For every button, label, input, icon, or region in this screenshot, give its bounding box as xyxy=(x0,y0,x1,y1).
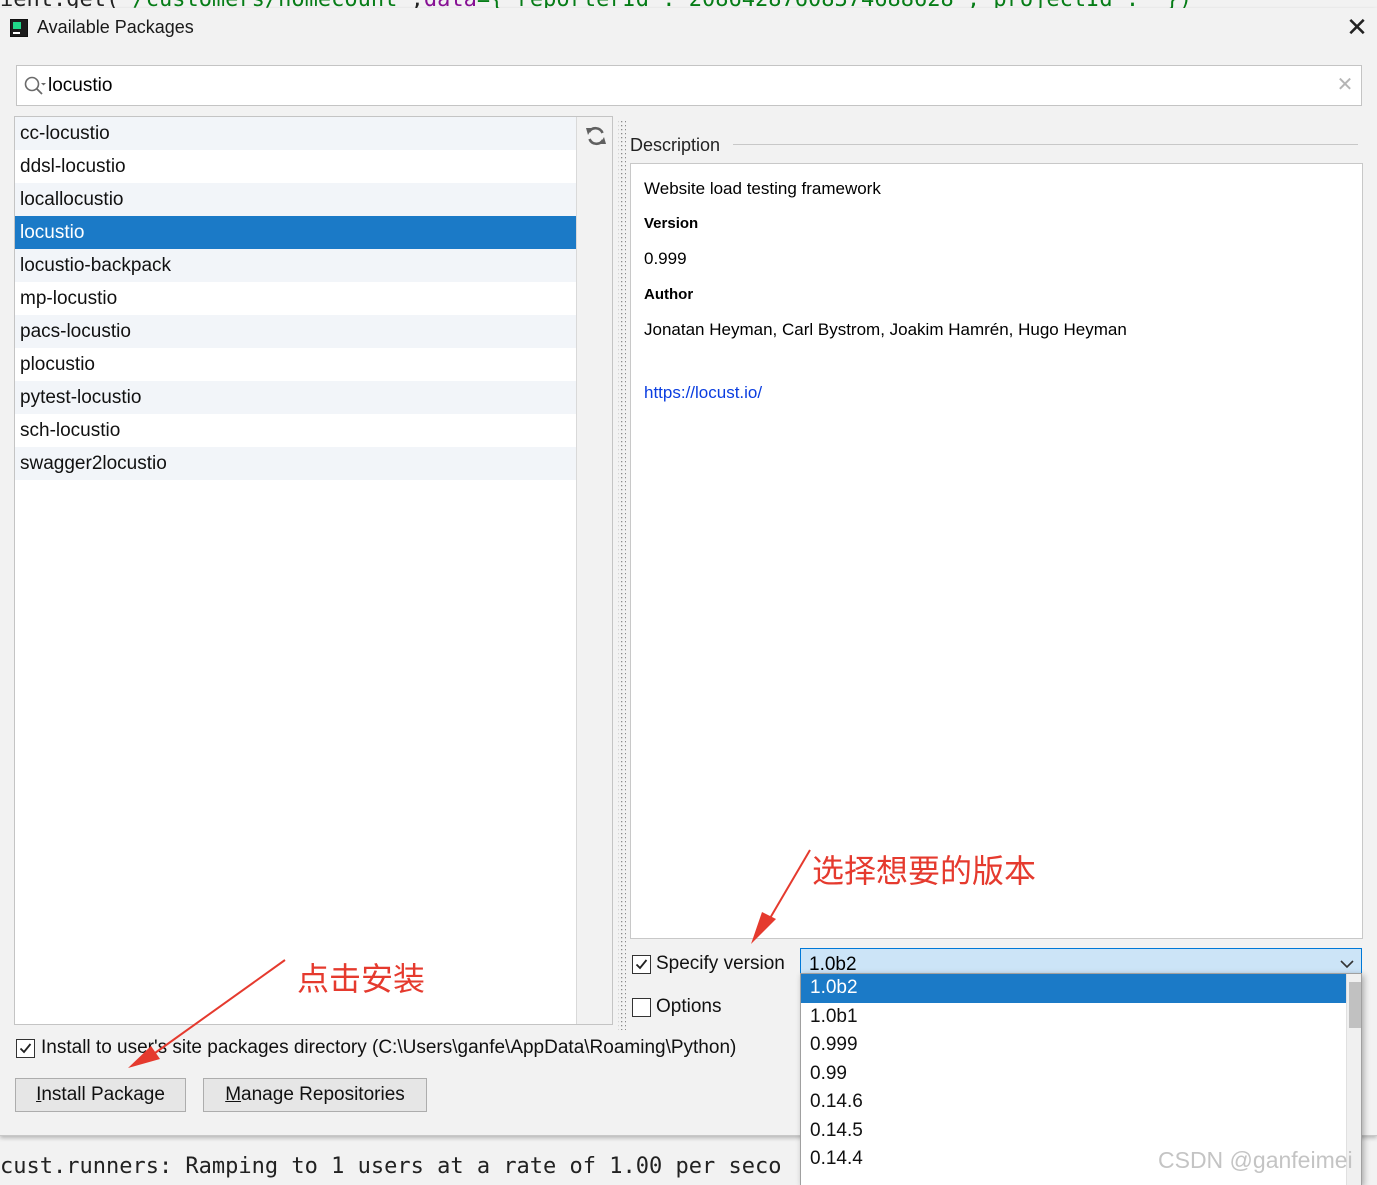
version-option[interactable]: 1.0b2 xyxy=(801,974,1346,1003)
author-label: Author xyxy=(644,286,694,303)
package-list[interactable]: cc-locustio ddsl-locustio locallocustio loc… xyxy=(15,117,576,1024)
checkmark-icon xyxy=(19,1043,32,1054)
package-version: 0.999 xyxy=(644,249,687,268)
package-list-panel: cc-locustio ddsl-locustio locallocustio loc… xyxy=(14,116,613,1025)
dropdown-scrollbar-thumb[interactable] xyxy=(1349,982,1361,1028)
search-input[interactable] xyxy=(48,66,1298,105)
specify-version-checkbox[interactable] xyxy=(632,955,651,974)
package-item[interactable]: locustio xyxy=(15,216,576,249)
version-option[interactable]: 0.14.5 xyxy=(801,1117,1346,1146)
package-item[interactable]: cc-locustio xyxy=(15,117,576,150)
install-label: nstall Package xyxy=(41,1084,165,1105)
package-item[interactable]: mp-locustio xyxy=(15,282,576,315)
package-item[interactable]: pacs-locustio xyxy=(15,315,576,348)
version-label: Version xyxy=(644,215,699,232)
package-item[interactable]: locallocustio xyxy=(15,183,576,216)
version-option[interactable]: 0.99 xyxy=(801,1060,1346,1089)
close-icon[interactable]: ✕ xyxy=(1344,13,1370,41)
description-header-divider xyxy=(733,144,1358,145)
manage-repositories-button[interactable]: Manage Repositories xyxy=(203,1078,427,1112)
chevron-down-icon xyxy=(1340,960,1354,969)
package-item[interactable]: ddsl-locustio xyxy=(15,150,576,183)
package-search-field[interactable]: ✕ xyxy=(16,65,1362,106)
annotation-select-version: 选择想要的版本 xyxy=(812,852,1037,890)
available-packages-dialog: Available Packages ✕ ✕ cc-locustioddsl-l… xyxy=(0,8,1377,1136)
package-author: Jonatan Heyman, Carl Bystrom, Joakim Ham… xyxy=(644,320,1127,339)
list-toolbar xyxy=(576,117,612,1024)
install-package-button[interactable]: Install Package xyxy=(15,1078,186,1112)
dialog-title: Available Packages xyxy=(37,17,194,37)
checkmark-icon xyxy=(635,959,648,970)
panel-splitter[interactable] xyxy=(616,120,628,1030)
package-item[interactable]: plocustio xyxy=(15,348,576,381)
package-item[interactable]: pytest-locustio xyxy=(15,381,576,414)
package-item[interactable]: swagger2locustio xyxy=(15,447,576,480)
manage-mnemonic: M xyxy=(225,1084,242,1105)
package-item[interactable]: sch-locustio xyxy=(15,414,576,447)
version-option[interactable]: 0.999 xyxy=(801,1031,1346,1060)
specify-version-label[interactable]: Specify version xyxy=(656,953,785,975)
package-homepage-link[interactable]: https://locust.io/ xyxy=(644,383,762,403)
install-to-user-label[interactable]: Install to user's site packages director… xyxy=(41,1037,736,1059)
dialog-titlebar: Available Packages ✕ xyxy=(0,8,1377,48)
version-option[interactable]: 0.14.6 xyxy=(801,1088,1346,1117)
description-header: Description xyxy=(630,135,721,155)
refresh-icon[interactable] xyxy=(585,125,607,147)
package-summary: Website load testing framework xyxy=(644,179,881,198)
description-box: Website load testing framework Version 0… xyxy=(630,163,1363,939)
package-item[interactable]: locustio-backpack xyxy=(15,249,576,282)
pycharm-app-icon xyxy=(10,19,28,37)
options-label[interactable]: Options xyxy=(656,996,721,1018)
options-checkbox[interactable] xyxy=(632,998,651,1017)
clear-icon[interactable]: ✕ xyxy=(1335,74,1355,96)
version-option[interactable]: 1.0b1 xyxy=(801,1003,1346,1032)
version-options[interactable]: 1.0b2 1.0b1 0.999 0.99 0.14.6 0.14.5 0.14.4 xyxy=(801,974,1346,1174)
csdn-watermark: CSDN @ganfeimei xyxy=(1158,1147,1353,1173)
manage-label: anage Repositories xyxy=(241,1084,405,1105)
annotation-click-install: 点击安装 xyxy=(297,960,426,998)
install-to-user-checkbox[interactable] xyxy=(16,1039,35,1058)
console-output-line: cust.runners: Ramping to 1 users at a ra… xyxy=(0,1154,782,1179)
search-icon xyxy=(24,76,46,95)
